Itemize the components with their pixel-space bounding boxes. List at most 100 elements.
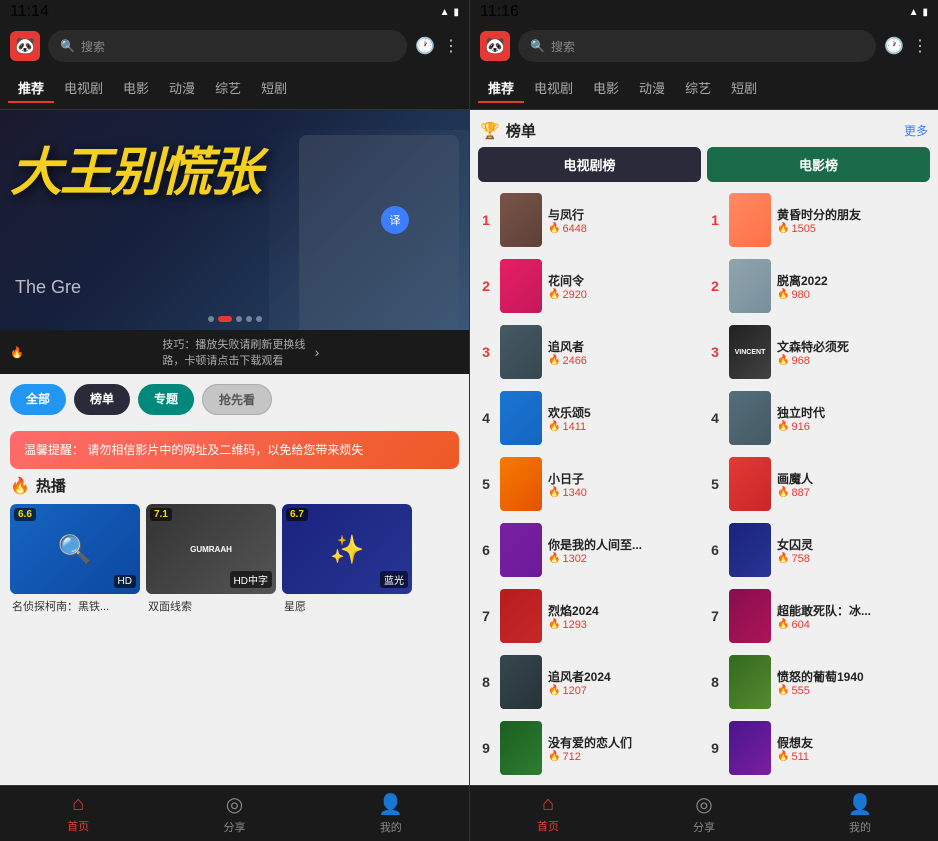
logo-left[interactable]: 🐼: [10, 31, 40, 61]
rank-item-tv-7[interactable]: 7 烈焰2024 1293: [478, 586, 701, 646]
rank-item-movie-3[interactable]: 3 VINCENT 文森特必须死 968: [707, 322, 930, 382]
tab-variety-right[interactable]: 综艺: [675, 74, 721, 103]
video-badge-1: 7.1: [150, 508, 172, 521]
rank-info: 小日子 1340: [548, 470, 701, 499]
battery-icon: ▮: [453, 7, 459, 18]
ranking-tab-movie[interactable]: 电影榜: [707, 147, 930, 182]
bottom-nav-profile-right[interactable]: 👤 我的: [782, 792, 938, 835]
video-card-0[interactable]: 🔍 6.6 HD 名侦探柯南：黑铁...: [10, 504, 140, 614]
ranking-section: 电视剧榜 电影榜 1 与凤行 6448: [470, 147, 938, 785]
rank-score: 968: [777, 355, 930, 367]
search-placeholder-left: 搜索: [81, 38, 105, 55]
rank-item-movie-6[interactable]: 6 女囚灵 758: [707, 520, 930, 580]
rank-info: 女囚灵 758: [777, 536, 930, 565]
rank-info: 假想友 511: [777, 734, 930, 763]
logo-right[interactable]: 🐼: [480, 31, 510, 61]
rank-item-tv-2[interactable]: 2 花间令 2920: [478, 256, 701, 316]
cat-btn-topic[interactable]: 专题: [138, 384, 194, 415]
rank-item-movie-4[interactable]: 4 独立时代 916: [707, 388, 930, 448]
profile-label-left: 我的: [380, 819, 402, 835]
tab-movie-right[interactable]: 电影: [583, 74, 629, 103]
rank-info: 与凤行 6448: [548, 206, 701, 235]
rank-title: 欢乐颂5: [548, 404, 701, 421]
tab-recommend-right[interactable]: 推荐: [478, 74, 524, 103]
rank-thumb: [500, 655, 542, 709]
tab-anime-right[interactable]: 动漫: [629, 74, 675, 103]
video-badge-2: 6.7: [286, 508, 308, 521]
history-icon-left[interactable]: 🕐: [415, 36, 435, 56]
cat-btn-ranking[interactable]: 榜单: [74, 384, 130, 415]
bottom-nav-share-left[interactable]: ◎ 分享: [156, 792, 312, 835]
search-bar-left[interactable]: 🔍 搜索: [48, 30, 407, 62]
rank-score: 887: [777, 487, 930, 499]
ranking-more-button[interactable]: 更多: [904, 122, 928, 139]
bottom-nav-share-right[interactable]: ◎ 分享: [626, 792, 782, 835]
video-card-2[interactable]: ✨ 6.7 蓝光 星愿: [282, 504, 412, 614]
rank-item-tv-9[interactable]: 9 没有爱的恋人们 712: [478, 718, 701, 778]
rank-thumb: [500, 391, 542, 445]
cat-btn-preview[interactable]: 抢先看: [202, 384, 272, 415]
rank-item-tv-1[interactable]: 1 与凤行 6448: [478, 190, 701, 250]
tab-tv-right[interactable]: 电视剧: [524, 74, 583, 103]
share-label-right: 分享: [693, 819, 715, 835]
ranking-tabs: 电视剧榜 电影榜: [478, 147, 930, 182]
rank-item-movie-2[interactable]: 2 脱离2022 980: [707, 256, 930, 316]
rank-item-tv-6[interactable]: 6 你是我的人间至... 1302: [478, 520, 701, 580]
rank-thumb: [500, 523, 542, 577]
rank-title: 小日子: [548, 470, 701, 487]
rank-title: 超能敢死队：冰...: [777, 602, 930, 619]
translate-button[interactable]: 译: [381, 206, 409, 234]
rank-score: 1411: [548, 421, 701, 433]
rank-title: 追风者2024: [548, 668, 701, 685]
tab-anime-left[interactable]: 动漫: [159, 74, 205, 103]
rank-item-movie-1[interactable]: 1 黄昏时分的朋友 1505: [707, 190, 930, 250]
bottom-nav-home-left[interactable]: ⌂ 首页: [0, 793, 156, 834]
rank-thumb: [500, 259, 542, 313]
rank-item-tv-8[interactable]: 8 追风者2024 1207: [478, 652, 701, 712]
tab-short-right[interactable]: 短剧: [721, 74, 767, 103]
rank-score: 916: [777, 421, 930, 433]
rank-num: 6: [478, 542, 494, 558]
bottom-nav-profile-left[interactable]: 👤 我的: [313, 792, 469, 835]
cat-btn-all[interactable]: 全部: [10, 384, 66, 415]
status-bar-left: 11:14 ▲ ▮: [0, 0, 469, 24]
status-bar-right: 11:16 ▲ ▮: [470, 0, 938, 24]
bottom-nav-right: ⌂ 首页 ◎ 分享 👤 我的: [470, 785, 938, 841]
rank-item-movie-7[interactable]: 7 超能敢死队：冰... 604: [707, 586, 930, 646]
rank-num: 3: [707, 344, 723, 360]
tip-bar[interactable]: 🔥 技巧：播放失败请刷新更换线路，卡顿请点击下载观看 ›: [0, 330, 469, 374]
ranking-rows: 1 与凤行 6448 2 花间令 2920: [478, 190, 930, 785]
video-title-2: 星愿: [282, 598, 412, 614]
rank-score: 2920: [548, 289, 701, 301]
search-bar-right[interactable]: 🔍 搜索: [518, 30, 876, 62]
rank-thumb: [729, 589, 771, 643]
header-icons-right: 🕐 ⋮: [884, 36, 928, 56]
rank-info: 黄昏时分的朋友 1505: [777, 206, 930, 235]
rank-item-movie-5[interactable]: 5 画魔人 887: [707, 454, 930, 514]
tab-variety-left[interactable]: 综艺: [205, 74, 251, 103]
rank-item-tv-4[interactable]: 4 欢乐颂5 1411: [478, 388, 701, 448]
rank-item-tv-5[interactable]: 5 小日子 1340: [478, 454, 701, 514]
more-icon-right[interactable]: ⋮: [912, 36, 928, 56]
tab-tv-left[interactable]: 电视剧: [54, 74, 113, 103]
rank-title: 追风者: [548, 338, 701, 355]
video-card-1[interactable]: GUMRAAH 7.1 HD中字 双面线索: [146, 504, 276, 614]
video-label-1: HD中字: [230, 571, 272, 588]
rank-score: 1505: [777, 223, 930, 235]
rank-thumb: [729, 391, 771, 445]
tab-recommend-left[interactable]: 推荐: [8, 74, 54, 103]
tab-movie-left[interactable]: 电影: [113, 74, 159, 103]
hero-banner[interactable]: 大王别慌张 The Gre 译: [0, 110, 469, 330]
bottom-nav-home-right[interactable]: ⌂ 首页: [470, 793, 626, 834]
rank-num: 6: [707, 542, 723, 558]
more-icon-left[interactable]: ⋮: [443, 36, 459, 56]
rank-title: 花间令: [548, 272, 701, 289]
rank-info: 没有爱的恋人们 712: [548, 734, 701, 763]
rank-item-tv-3[interactable]: 3 追风者 2466: [478, 322, 701, 382]
rank-item-movie-8[interactable]: 8 愤怒的葡萄1940 555: [707, 652, 930, 712]
history-icon-right[interactable]: 🕐: [884, 36, 904, 56]
ranking-tab-tv[interactable]: 电视剧榜: [478, 147, 701, 182]
rank-title: 与凤行: [548, 206, 701, 223]
tab-short-left[interactable]: 短剧: [251, 74, 297, 103]
rank-item-movie-9[interactable]: 9 假想友 511: [707, 718, 930, 778]
